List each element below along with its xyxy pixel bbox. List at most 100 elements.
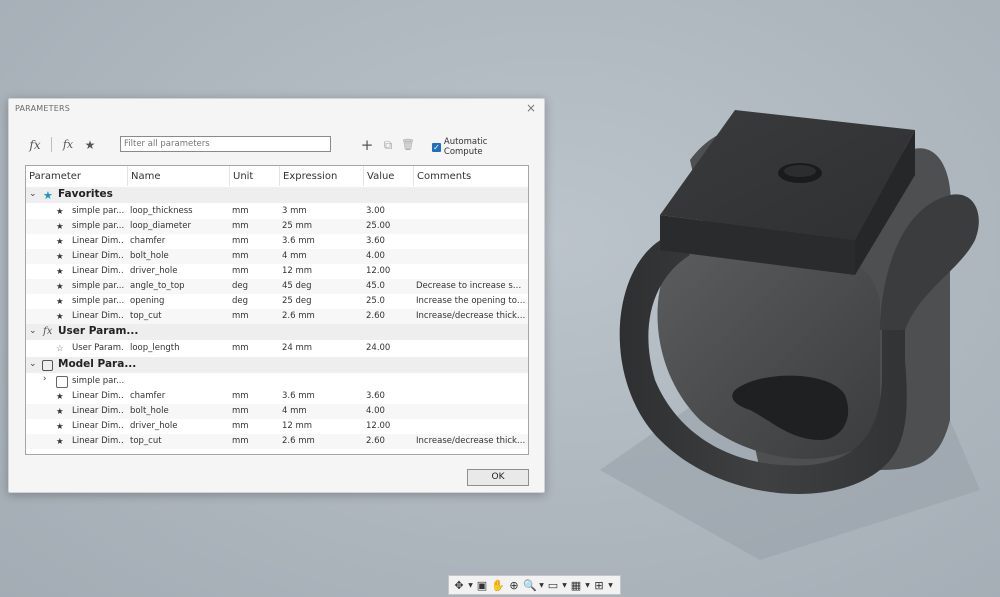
cell-expression[interactable]: 24 mm (282, 343, 360, 353)
star-outline-icon[interactable]: ☆ (56, 343, 64, 355)
look-at-icon[interactable]: ▣ (475, 579, 489, 592)
star-icon[interactable]: ★ (56, 436, 64, 448)
chevron-down-icon[interactable]: ▼ (608, 582, 613, 589)
star-icon[interactable]: ★ (56, 221, 64, 233)
cell-name[interactable]: loop_thickness (130, 206, 225, 216)
star-icon[interactable]: ★ (56, 266, 64, 278)
table-row[interactable]: ★ Linear Dim... driver_hole mm 12 mm 12.00 (26, 264, 528, 279)
cell-comment[interactable]: Increase/decrease thickn... (416, 436, 526, 446)
viewports-icon[interactable]: ⊞ (592, 579, 606, 592)
cell-expression[interactable]: 25 mm (282, 221, 360, 231)
add-icon[interactable]: + (359, 137, 375, 153)
cell-expression[interactable]: 2.6 mm (282, 436, 360, 446)
table-row[interactable]: ★ Linear Dim... driver_hole mm 12 mm 12.00 (26, 419, 528, 434)
table-row[interactable]: ★ simple par... angle_to_top deg 45 deg 45.0 D… (26, 279, 528, 294)
cell-name[interactable]: bolt_hole (130, 406, 225, 416)
col-expression[interactable]: Expression (283, 171, 337, 182)
cell-expression[interactable]: 3.6 mm (282, 236, 360, 246)
star-icon[interactable]: ★ (56, 391, 64, 403)
delete-icon[interactable]: 🗑 (400, 137, 416, 153)
cell-expression[interactable]: 45 deg (282, 281, 360, 291)
star-icon[interactable]: ★ (56, 236, 64, 248)
cell-unit[interactable]: mm (232, 406, 272, 416)
cell-expression[interactable]: 3 mm (282, 206, 360, 216)
close-icon[interactable]: × (524, 101, 538, 115)
cell-unit[interactable]: mm (232, 391, 272, 401)
table-row[interactable]: ★ Linear Dim... bolt_hole mm 4 mm 4.00 (26, 404, 528, 419)
col-comments[interactable]: Comments (417, 171, 471, 182)
list-item-model-subgroup[interactable]: › simple par... (26, 374, 528, 389)
cell-name[interactable]: driver_hole (130, 266, 225, 276)
table-row[interactable]: ☆ User Param... loop_length mm 24 mm 24.00 (26, 341, 528, 356)
zoom-window-icon[interactable]: 🔍 (523, 579, 537, 592)
cell-name[interactable]: loop_diameter (130, 221, 225, 231)
cell-expression[interactable]: 12 mm (282, 421, 360, 431)
col-unit[interactable]: Unit (233, 171, 253, 182)
cell-expression[interactable]: 4 mm (282, 251, 360, 261)
group-model-parameters[interactable]: ⌄ Model Para... (26, 357, 528, 373)
table-row[interactable]: ★ Linear Dim... top_cut mm 2.6 mm 2.60 Increas… (26, 434, 528, 449)
cell-name[interactable]: top_cut (130, 436, 225, 446)
cell-name[interactable]: angle_to_top (130, 281, 225, 291)
star-icon[interactable]: ★ (56, 206, 64, 218)
cell-unit[interactable]: mm (232, 221, 272, 231)
star-icon[interactable]: ★ (56, 251, 64, 263)
cell-name[interactable]: opening (130, 296, 225, 306)
cell-unit[interactable]: mm (232, 236, 272, 246)
cell-unit[interactable]: mm (232, 421, 272, 431)
table-row[interactable]: ★ simple par... loop_diameter mm 25 mm 25.00 (26, 219, 528, 234)
chevron-right-icon[interactable]: › (43, 374, 46, 384)
chevron-down-icon[interactable]: ⌄ (29, 326, 37, 336)
cell-unit[interactable]: mm (232, 311, 272, 321)
chevron-down-icon[interactable]: ▼ (468, 582, 473, 589)
table-row[interactable]: ★ Linear Dim... top_cut mm 2.6 mm 2.60 Increas… (26, 309, 528, 324)
star-filter-icon[interactable]: ★ (82, 137, 98, 153)
chevron-down-icon[interactable]: ▼ (562, 582, 567, 589)
cell-name[interactable]: chamfer (130, 236, 225, 246)
cell-name[interactable]: chamfer (130, 391, 225, 401)
table-row[interactable]: ★ simple par... loop_thickness mm 3 mm 3.00 (26, 204, 528, 219)
chevron-down-icon[interactable]: ▼ (585, 582, 590, 589)
star-icon[interactable]: ★ (56, 281, 64, 293)
group-user-parameters[interactable]: ⌄ fx User Param... (26, 324, 528, 340)
cell-expression[interactable]: 25 deg (282, 296, 360, 306)
chevron-down-icon[interactable]: ⌄ (29, 359, 37, 369)
cell-name[interactable]: top_cut (130, 311, 225, 321)
grid-settings-icon[interactable]: ▦ (569, 579, 583, 592)
fx-favorite-icon[interactable]: fx (60, 137, 76, 153)
cell-unit[interactable]: deg (232, 296, 272, 306)
cell-unit[interactable]: mm (232, 206, 272, 216)
table-row[interactable]: ★ Linear Dim... chamfer mm 3.6 mm 3.60 (26, 234, 528, 249)
star-icon[interactable]: ★ (56, 406, 64, 418)
col-parameter[interactable]: Parameter (29, 171, 81, 182)
zoom-icon[interactable]: ⊕ (507, 579, 521, 592)
chevron-down-icon[interactable]: ▼ (539, 582, 544, 589)
table-row[interactable]: ★ simple par... opening deg 25 deg 25.0 Increa… (26, 294, 528, 309)
cell-name[interactable]: driver_hole (130, 421, 225, 431)
cell-comment[interactable]: Decrease to increase surf... (416, 281, 526, 291)
cell-name[interactable]: bolt_hole (130, 251, 225, 261)
cell-comment[interactable]: Increase the opening to ... (416, 296, 526, 306)
auto-compute-checkbox[interactable]: ✓ (432, 142, 441, 152)
star-icon[interactable]: ★ (56, 296, 64, 308)
automatic-compute[interactable]: ✓ Automatic Compute (432, 137, 528, 157)
cell-unit[interactable]: mm (232, 266, 272, 276)
cell-expression[interactable]: 12 mm (282, 266, 360, 276)
col-name[interactable]: Name (131, 171, 161, 182)
fx-icon[interactable]: fx (27, 137, 43, 153)
cell-comment[interactable]: Increase/decrease thickn... (416, 311, 526, 321)
group-favorites[interactable]: ⌄ ★ Favorites (26, 187, 528, 203)
chevron-down-icon[interactable]: ⌄ (29, 189, 37, 199)
cell-unit[interactable]: deg (232, 281, 272, 291)
star-icon[interactable]: ★ (56, 311, 64, 323)
cell-unit[interactable]: mm (232, 251, 272, 261)
cell-unit[interactable]: mm (232, 343, 272, 353)
orbit-icon[interactable]: ✥ (452, 579, 466, 592)
filter-input[interactable] (120, 136, 331, 152)
cell-expression[interactable]: 2.6 mm (282, 311, 360, 321)
cell-expression[interactable]: 4 mm (282, 406, 360, 416)
pan-icon[interactable]: ✋ (491, 579, 505, 592)
star-icon[interactable]: ★ (56, 421, 64, 433)
table-row[interactable]: ★ Linear Dim... chamfer mm 3.6 mm 3.60 (26, 389, 528, 404)
copy-icon[interactable]: ⧉ (380, 137, 396, 153)
